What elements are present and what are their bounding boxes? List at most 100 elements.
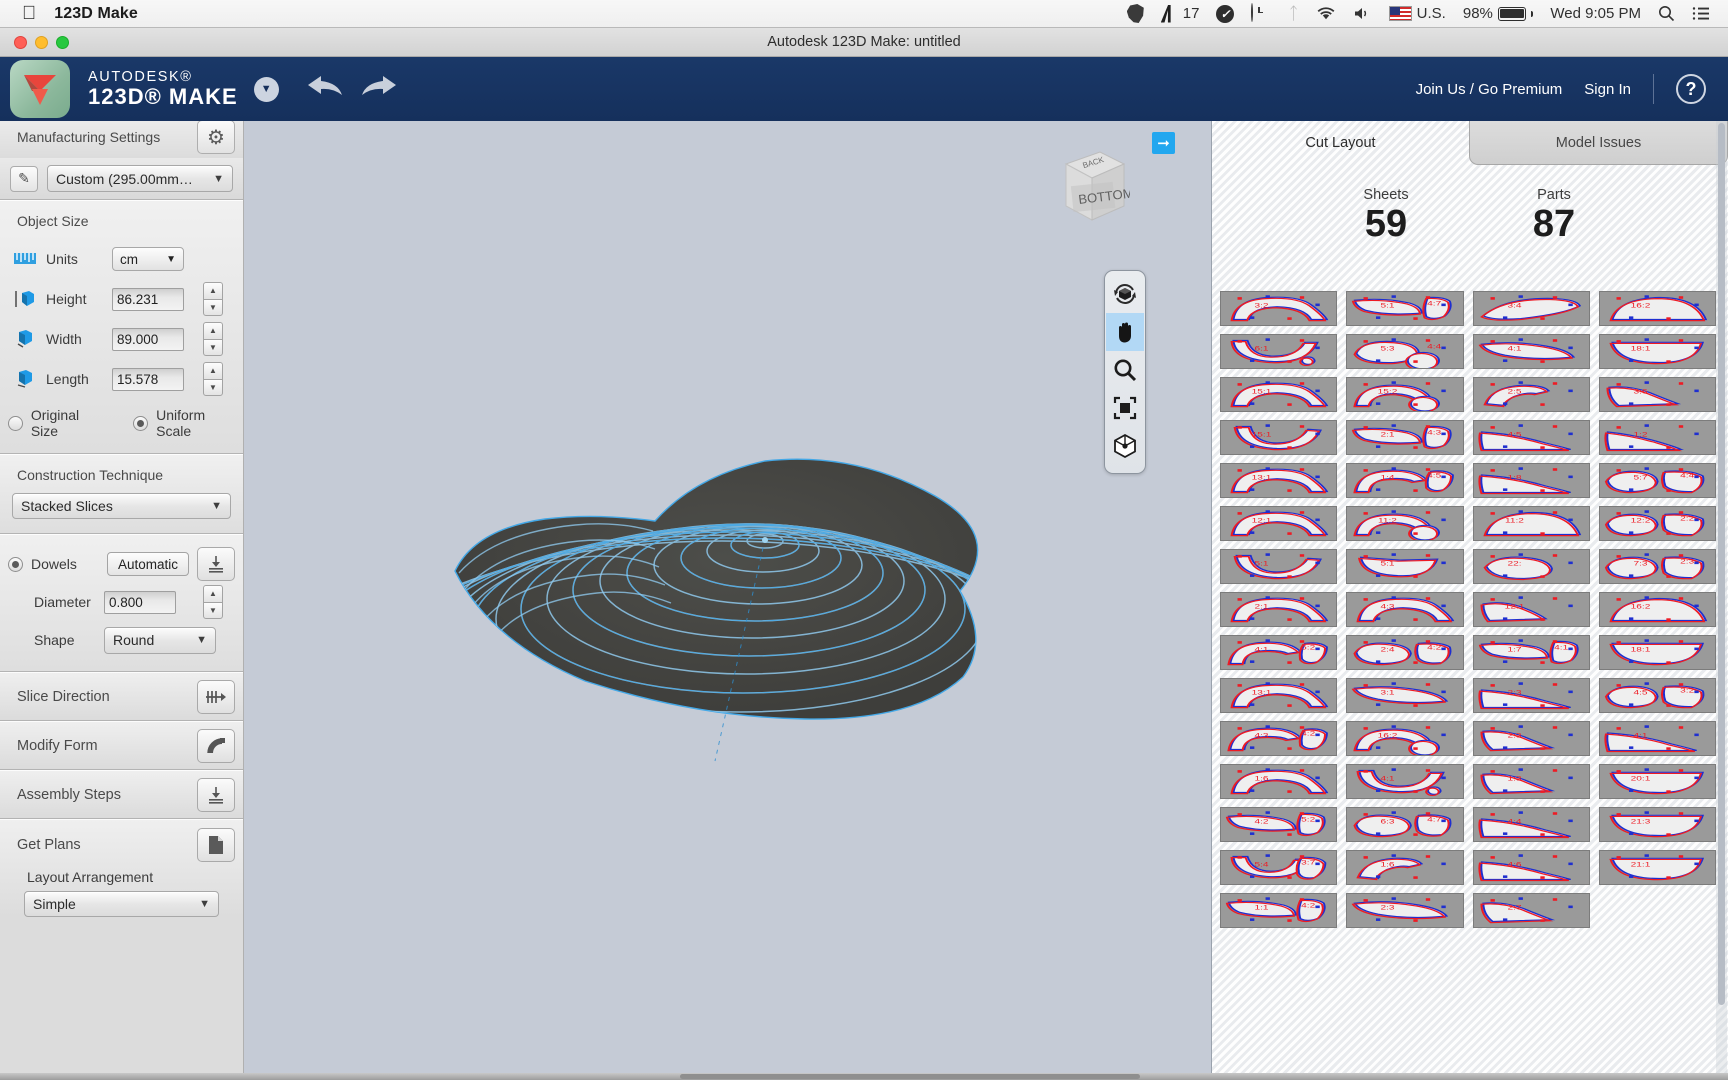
sheet-thumbnail[interactable]: 11:2: [1346, 506, 1464, 541]
sheet-thumbnail[interactable]: 15:2: [1346, 377, 1464, 412]
sheet-thumbnail[interactable]: 4:1: [1472, 334, 1590, 369]
sheet-thumbnail[interactable]: 20:1: [1598, 764, 1716, 799]
wifi-icon[interactable]: [1316, 6, 1336, 21]
sheet-thumbnail[interactable]: 2:3: [1472, 721, 1590, 756]
sheet-thumbnail[interactable]: 4:2 5:2: [1220, 807, 1338, 842]
sheet-thumbnail[interactable]: 15:1: [1220, 377, 1338, 412]
sheet-thumbnail[interactable]: 4:1: [1598, 721, 1716, 756]
sheet-thumbnail[interactable]: 21:3: [1598, 807, 1716, 842]
tab-cut-layout[interactable]: Cut Layout: [1212, 121, 1469, 165]
zoom-magnifier-icon[interactable]: [1106, 351, 1144, 389]
dowels-mode-button[interactable]: Automatic: [107, 552, 190, 576]
sheet-thumbnail[interactable]: 12:1: [1472, 592, 1590, 627]
sidebar-item-slice-direction[interactable]: Slice Direction: [0, 672, 243, 721]
orbit-icon[interactable]: [1106, 275, 1144, 313]
sheet-thumbnail[interactable]: 22:: [1472, 549, 1590, 584]
sheet-thumbnail-grid[interactable]: 3:2 5:1 4:7 3:4 16:2 6:1 5:3 4:4 4:1 18:1 15:1 15:2…: [1220, 291, 1716, 1068]
sheet-thumbnail[interactable]: 3:6: [1598, 377, 1716, 412]
sheet-thumbnail[interactable]: 2:4 4:2: [1346, 635, 1464, 670]
3d-viewport[interactable]: [245, 121, 1190, 1080]
shape-select[interactable]: Round ▼: [104, 626, 216, 654]
sheet-thumbnail[interactable]: 4:5 3:2: [1598, 678, 1716, 713]
height-stepper[interactable]: ▲ ▼: [203, 282, 223, 316]
length-stepper-up[interactable]: ▲: [203, 362, 223, 379]
sheet-thumbnail[interactable]: 16:2: [1346, 721, 1464, 756]
length-input[interactable]: 15.578: [112, 367, 184, 391]
sheet-thumbnail[interactable]: 18:1: [1598, 635, 1716, 670]
sheet-thumbnail[interactable]: 15:1: [1220, 420, 1338, 455]
sheet-thumbnail[interactable]: 5:7 4:4: [1598, 463, 1716, 498]
sheet-thumbnail[interactable]: 2:7: [1472, 893, 1590, 928]
sheet-thumbnail[interactable]: 4:3 4:2: [1220, 721, 1338, 756]
sheet-thumbnail[interactable]: 1:6: [1220, 764, 1338, 799]
gear-icon[interactable]: ⚙: [197, 120, 235, 154]
assembly-steps-icon[interactable]: [197, 777, 235, 812]
sheet-thumbnail[interactable]: 13:1: [1220, 678, 1338, 713]
sheet-thumbnail[interactable]: 5:1 4:7: [1346, 291, 1464, 326]
sheet-thumbnail[interactable]: 2:3: [1346, 893, 1464, 928]
width-input[interactable]: 89.000: [112, 327, 184, 351]
redo-arrow-icon[interactable]: [359, 73, 399, 105]
help-icon[interactable]: ?: [1676, 74, 1706, 104]
tab-model-issues[interactable]: Model Issues: [1469, 121, 1728, 165]
height-stepper-up[interactable]: ▲: [203, 282, 223, 299]
sheet-thumbnail[interactable]: 1:8: [1472, 463, 1590, 498]
diameter-stepper[interactable]: ▲ ▼: [203, 585, 223, 619]
menubar-clock[interactable]: Wed 9:05 PM: [1550, 5, 1641, 22]
height-stepper-down[interactable]: ▼: [203, 298, 223, 316]
sidebar-item-modify-form[interactable]: Modify Form: [0, 721, 243, 770]
scrollbar-thumb[interactable]: [1718, 123, 1725, 1006]
sheet-thumbnail[interactable]: 2:1: [1220, 592, 1338, 627]
diameter-stepper-down[interactable]: ▼: [203, 601, 223, 619]
check-badge-icon[interactable]: ✓: [1216, 4, 1235, 23]
autodesk-a-icon[interactable]: 17: [1160, 4, 1199, 23]
battery-icon[interactable]: 98%: [1463, 5, 1534, 22]
diameter-input[interactable]: 0.800: [104, 590, 176, 614]
horizontal-scrollbar[interactable]: [680, 1074, 1140, 1079]
sheet-thumbnail[interactable]: 1:3: [1472, 764, 1590, 799]
sheet-thumbnail[interactable]: 2:5: [1472, 377, 1590, 412]
undo-arrow-icon[interactable]: [305, 73, 345, 105]
fit-to-screen-icon[interactable]: [1106, 389, 1144, 427]
list-icon[interactable]: [1692, 6, 1710, 21]
apple-logo-icon[interactable]: : [22, 4, 36, 23]
sheet-thumbnail[interactable]: 5:3 4:4: [1346, 334, 1464, 369]
sheet-thumbnail[interactable]: 13:1: [1220, 463, 1338, 498]
volume-icon[interactable]: [1353, 6, 1372, 21]
sheet-thumbnail[interactable]: 1:6: [1346, 850, 1464, 885]
sheet-thumbnail[interactable]: 4:5: [1472, 420, 1590, 455]
sheet-thumbnail[interactable]: 4:1 5:2: [1220, 635, 1338, 670]
arrow-right-icon[interactable]: ➞: [1152, 132, 1175, 154]
sheet-thumbnail[interactable]: 16:2: [1598, 291, 1716, 326]
sign-in-link[interactable]: Sign In: [1584, 81, 1631, 98]
menubar-app-name[interactable]: 123D Make: [54, 5, 138, 23]
sheet-thumbnail[interactable]: 4:4: [1472, 807, 1590, 842]
units-select[interactable]: cm ▼: [112, 247, 184, 271]
width-stepper-down[interactable]: ▼: [203, 338, 223, 356]
length-stepper-down[interactable]: ▼: [203, 378, 223, 396]
sheet-thumbnail[interactable]: 21:1: [1598, 850, 1716, 885]
sidebar-item-assembly-steps[interactable]: Assembly Steps: [0, 770, 243, 819]
sheet-thumbnail[interactable]: 5:1: [1220, 549, 1338, 584]
sheet-thumbnail[interactable]: 2:3: [1472, 678, 1590, 713]
view-cube[interactable]: BACK BOTTOM: [1058, 146, 1134, 226]
right-panel-scrollbar[interactable]: [1716, 121, 1727, 1080]
view-cube-icon[interactable]: [1106, 427, 1144, 465]
page-icon[interactable]: [197, 827, 235, 862]
sheet-thumbnail[interactable]: 1:4 4:5: [1346, 463, 1464, 498]
pencil-icon[interactable]: ✎: [10, 165, 38, 192]
sheet-thumbnail[interactable]: 3:4: [1472, 291, 1590, 326]
app-logo-icon[interactable]: [10, 60, 70, 118]
sheet-thumbnail[interactable]: 4:1: [1346, 764, 1464, 799]
sheet-thumbnail[interactable]: 1:1 4:2: [1220, 893, 1338, 928]
layout-arrangement-select[interactable]: Simple ▼: [24, 891, 219, 917]
length-stepper[interactable]: ▲ ▼: [203, 362, 223, 396]
right-panel-tabs[interactable]: Cut Layout Model Issues: [1212, 121, 1728, 165]
sheet-thumbnail[interactable]: 12:2 2:2: [1598, 506, 1716, 541]
material-select[interactable]: Custom (295.00mm… ▼: [47, 165, 233, 192]
sheet-thumbnail[interactable]: 12:1: [1220, 506, 1338, 541]
navigation-toolbar[interactable]: [1104, 270, 1146, 474]
sheet-thumbnail[interactable]: 3:1: [1346, 678, 1464, 713]
uniform-scale-radio[interactable]: [133, 415, 149, 431]
evernote-icon[interactable]: [1126, 4, 1144, 23]
